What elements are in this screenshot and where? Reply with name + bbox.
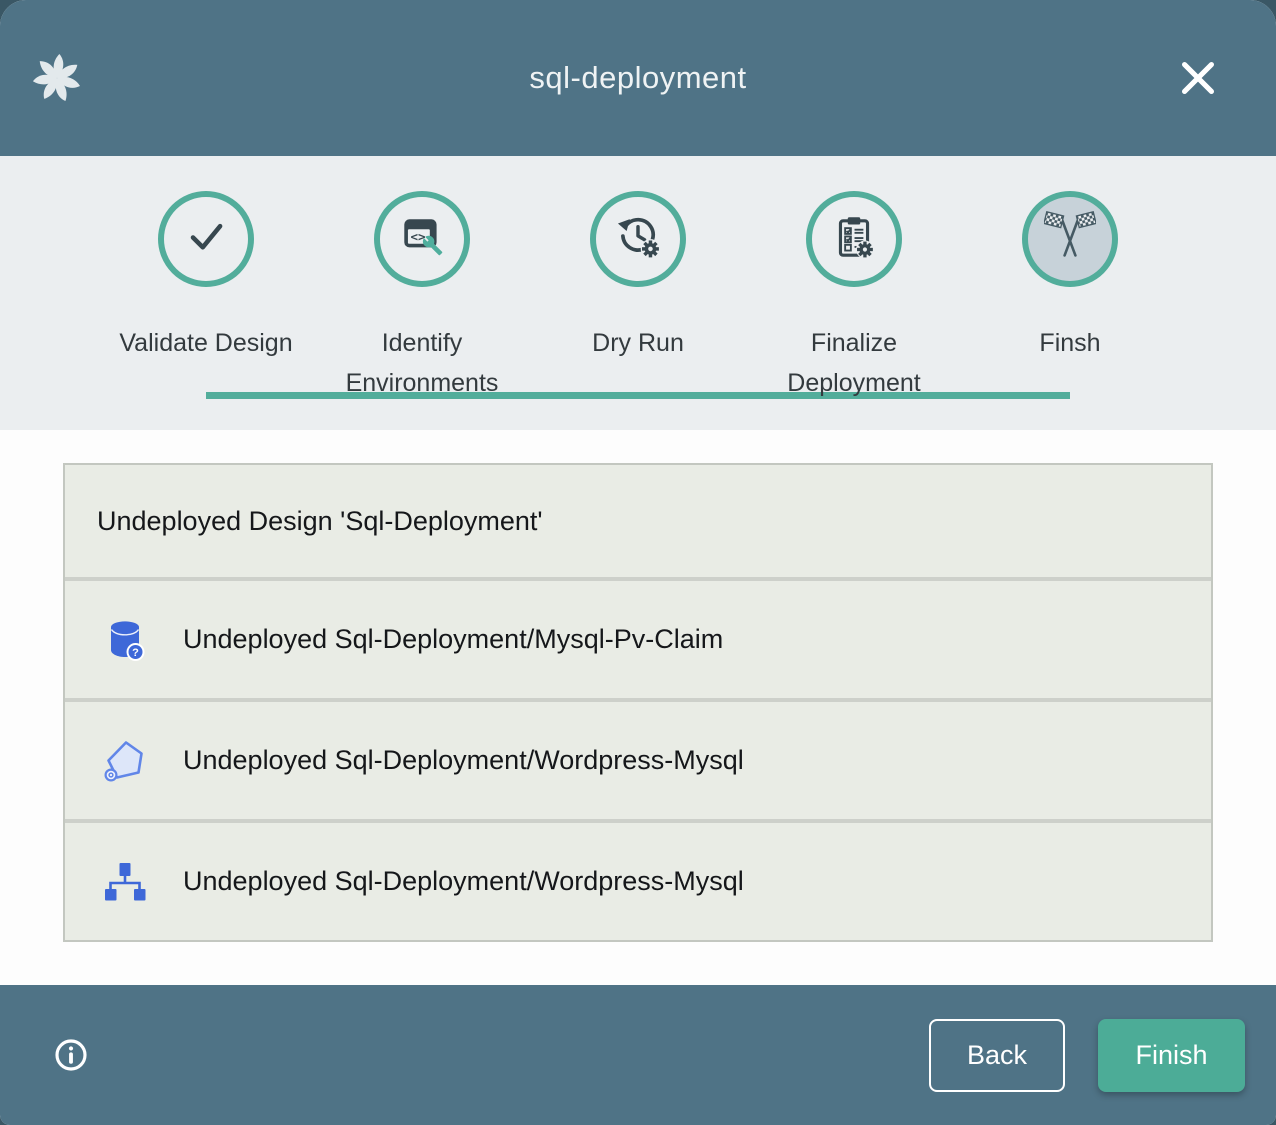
step-circle	[590, 191, 686, 287]
step-label: Validate Design	[119, 323, 292, 363]
check-icon	[180, 211, 232, 268]
finish-button[interactable]: Finish	[1098, 1019, 1245, 1092]
dialog-header: sql-deployment	[0, 0, 1276, 156]
step-validate-design: Validate Design	[98, 156, 314, 403]
step-dry-run: Dry Run	[530, 156, 746, 403]
status-row-wordpress-mysql-pod: Undeployed Sql-Deployment/Wordpress-Mysq…	[65, 698, 1211, 819]
database-icon: ?	[101, 616, 149, 664]
pod-icon	[101, 737, 149, 785]
status-row-design: Undeployed Design 'Sql-Deployment'	[65, 465, 1211, 577]
dialog-title: sql-deployment	[529, 60, 746, 96]
clipboard-gear-icon	[829, 212, 879, 267]
status-row-mysql-pv-claim: ? Undeployed Sql-Deployment/Mysql-Pv-Cla…	[65, 577, 1211, 698]
status-text: Undeployed Sql-Deployment/Mysql-Pv-Claim	[183, 624, 723, 655]
dialog-body: Undeployed Design 'Sql-Deployment' ? Und…	[0, 430, 1276, 985]
step-identify-environments: <> Identify Environments	[314, 156, 530, 403]
wizard-stepper: Validate Design <> Identify Environments	[0, 156, 1276, 430]
close-icon[interactable]	[1176, 56, 1220, 100]
status-row-wordpress-mysql-tree: Undeployed Sql-Deployment/Wordpress-Mysq…	[65, 819, 1211, 940]
step-circle	[158, 191, 254, 287]
checkered-flags-icon	[1044, 211, 1096, 268]
step-circle	[1022, 191, 1118, 287]
step-finalize-deployment: Finalize Deployment	[746, 156, 962, 403]
back-button[interactable]: Back	[929, 1019, 1065, 1092]
tree-icon	[101, 858, 149, 906]
pinwheel-logo-icon	[28, 48, 86, 106]
step-label: Identify Environments	[322, 323, 522, 403]
status-text: Undeployed Design 'Sql-Deployment'	[97, 506, 543, 537]
dry-run-clock-gear-icon	[612, 211, 664, 268]
dialog-footer: Back Finish	[0, 985, 1276, 1125]
step-circle	[806, 191, 902, 287]
code-wrench-icon: <>	[397, 212, 447, 267]
step-label: Finsh	[1039, 323, 1100, 363]
step-finish: Finsh	[962, 156, 1178, 403]
svg-text:?: ?	[132, 647, 139, 659]
step-label: Finalize Deployment	[754, 323, 954, 403]
sql-deployment-dialog: sql-deployment Validate Design	[0, 0, 1276, 1125]
info-icon[interactable]	[50, 1034, 92, 1076]
step-circle: <>	[374, 191, 470, 287]
status-text: Undeployed Sql-Deployment/Wordpress-Mysq…	[183, 745, 744, 776]
deployment-status-panel: Undeployed Design 'Sql-Deployment' ? Und…	[63, 463, 1213, 942]
status-text: Undeployed Sql-Deployment/Wordpress-Mysq…	[183, 866, 744, 897]
step-label: Dry Run	[592, 323, 684, 363]
